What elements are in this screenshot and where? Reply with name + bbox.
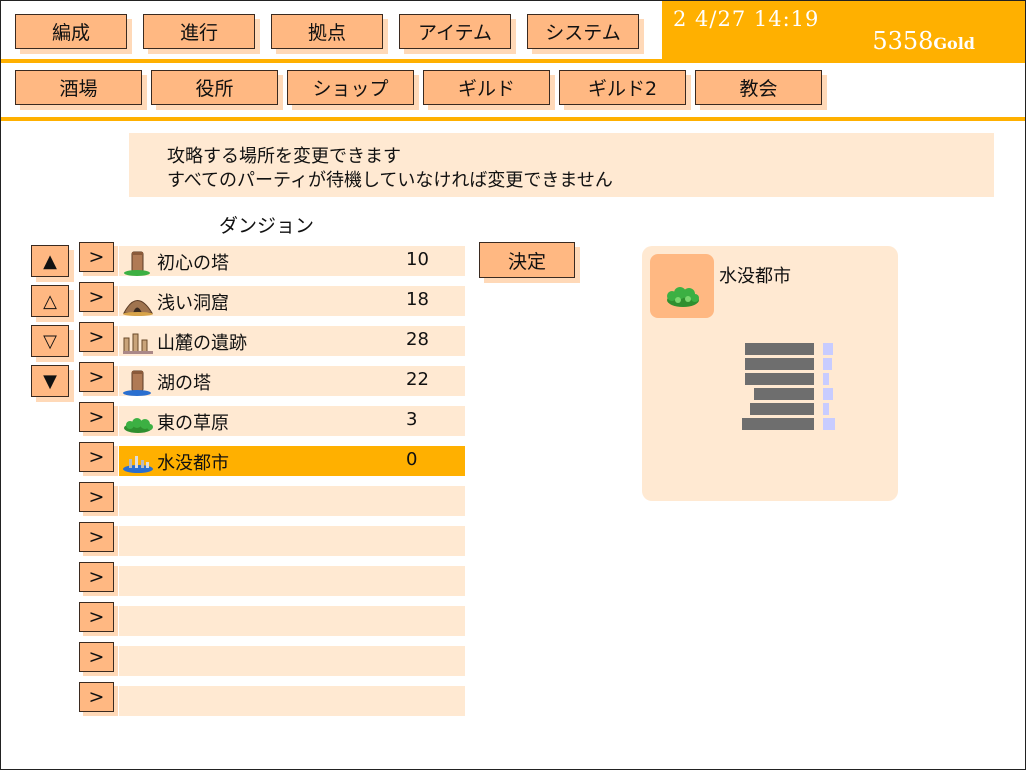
dungeon-name: 東の草原 — [157, 413, 229, 434]
select-dungeon-button[interactable]: > — [79, 402, 114, 432]
dungeon-row[interactable]: 山麓の遺跡 28 — [119, 326, 465, 356]
floor-indicator — [823, 358, 832, 370]
menu-progress-button[interactable]: 進行 — [143, 14, 255, 49]
floor-indicator — [823, 418, 835, 430]
dungeon-name: 浅い洞窟 — [157, 293, 229, 314]
dungeon-row[interactable]: 水没都市 0 — [119, 446, 465, 476]
floor-bar — [754, 388, 814, 400]
dungeon-level: 28 — [406, 329, 429, 350]
select-dungeon-button[interactable]: > — [79, 642, 114, 672]
game-datetime: 2 4/27 14:19 — [673, 7, 820, 31]
dungeon-level: 3 — [406, 409, 418, 430]
submenu-tavern-button[interactable]: 酒場 — [15, 70, 142, 105]
dungeon-row[interactable] — [119, 526, 465, 556]
dungeon-row[interactable] — [119, 606, 465, 636]
select-dungeon-button[interactable]: > — [79, 242, 114, 272]
sort-up-button[interactable]: △ — [31, 285, 69, 317]
menu-base-button[interactable]: 拠点 — [271, 14, 383, 49]
ruins-icon — [121, 328, 155, 356]
dungeon-row[interactable] — [119, 686, 465, 716]
sort-down-button[interactable]: ▽ — [31, 325, 69, 357]
select-dungeon-button[interactable]: > — [79, 282, 114, 312]
dungeon-list-title: ダンジョン — [219, 215, 315, 237]
submenu-office-button[interactable]: 役所 — [151, 70, 278, 105]
gold-display: 5358Gold — [872, 27, 975, 55]
submenu-shop-button[interactable]: ショップ — [287, 70, 414, 105]
floor-bar — [745, 358, 814, 370]
dungeon-name: 湖の塔 — [157, 373, 211, 394]
dungeon-row[interactable] — [119, 566, 465, 596]
select-dungeon-button[interactable]: > — [79, 682, 114, 712]
menu-formation-button[interactable]: 編成 — [15, 14, 127, 49]
floor-bar — [745, 343, 814, 355]
select-dungeon-button[interactable]: > — [79, 562, 114, 592]
dungeon-level: 0 — [406, 449, 418, 470]
divider-bottom — [1, 117, 1025, 121]
submenu-guild2-button[interactable]: ギルド2 — [559, 70, 686, 105]
gold-amount: 5358 — [872, 27, 934, 55]
select-dungeon-button[interactable]: > — [79, 442, 114, 472]
select-dungeon-button[interactable]: > — [79, 522, 114, 552]
gold-unit: Gold — [933, 34, 975, 53]
sort-top-button[interactable]: ▲ — [31, 245, 69, 277]
dungeon-level: 22 — [406, 369, 429, 390]
select-dungeon-button[interactable]: > — [79, 482, 114, 512]
floor-indicator — [823, 403, 829, 415]
dungeon-row[interactable]: 東の草原 3 — [119, 406, 465, 436]
dungeon-name: 山麓の遺跡 — [157, 333, 247, 354]
info-box: 攻略する場所を変更できます すべてのパーティが待機していなければ変更できません — [129, 133, 994, 197]
select-dungeon-button[interactable]: > — [79, 362, 114, 392]
dungeon-name: 水没都市 — [157, 453, 229, 474]
select-dungeon-button[interactable]: > — [79, 322, 114, 352]
select-dungeon-button[interactable]: > — [79, 602, 114, 632]
dungeon-level: 18 — [406, 289, 429, 310]
dungeon-level: 10 — [406, 249, 429, 270]
info-line-2: すべてのパーティが待機していなければ変更できません — [167, 170, 613, 191]
floor-bar — [745, 373, 814, 385]
floor-indicator — [823, 343, 833, 355]
tower-icon — [121, 248, 155, 276]
dungeon-thumbnail — [650, 254, 714, 318]
lake-tower-icon — [121, 368, 155, 396]
sort-bottom-button[interactable]: ▼ — [31, 365, 69, 397]
dungeon-row[interactable]: 湖の塔 22 — [119, 366, 465, 396]
menu-system-button[interactable]: システム — [527, 14, 639, 49]
floor-indicator — [823, 373, 829, 385]
floor-indicator — [823, 388, 833, 400]
floor-bar — [742, 418, 814, 430]
dungeon-detail-panel: 水没都市 — [642, 246, 898, 501]
cave-icon — [121, 288, 155, 316]
dungeon-name: 初心の塔 — [157, 253, 229, 274]
floor-bar — [750, 403, 814, 415]
game-screen: 編成 進行 拠点 アイテム システム 2 4/27 14:19 5358Gold… — [0, 0, 1026, 770]
submenu-church-button[interactable]: 教会 — [695, 70, 822, 105]
submenu-guild-button[interactable]: ギルド — [423, 70, 550, 105]
dungeon-row[interactable] — [119, 646, 465, 676]
info-line-1: 攻略する場所を変更できます — [167, 146, 401, 167]
decide-button[interactable]: 決定 — [479, 242, 575, 278]
menu-item-button[interactable]: アイテム — [399, 14, 511, 49]
dungeon-row[interactable]: 初心の塔 10 — [119, 246, 465, 276]
grassland-icon — [121, 408, 155, 436]
dungeon-row[interactable]: 浅い洞窟 18 — [119, 286, 465, 316]
grassland-icon — [667, 287, 699, 307]
dungeon-row[interactable] — [119, 486, 465, 516]
sunken-city-icon — [121, 448, 155, 476]
divider-top — [1, 59, 1025, 63]
dungeon-detail-name: 水没都市 — [719, 266, 791, 287]
